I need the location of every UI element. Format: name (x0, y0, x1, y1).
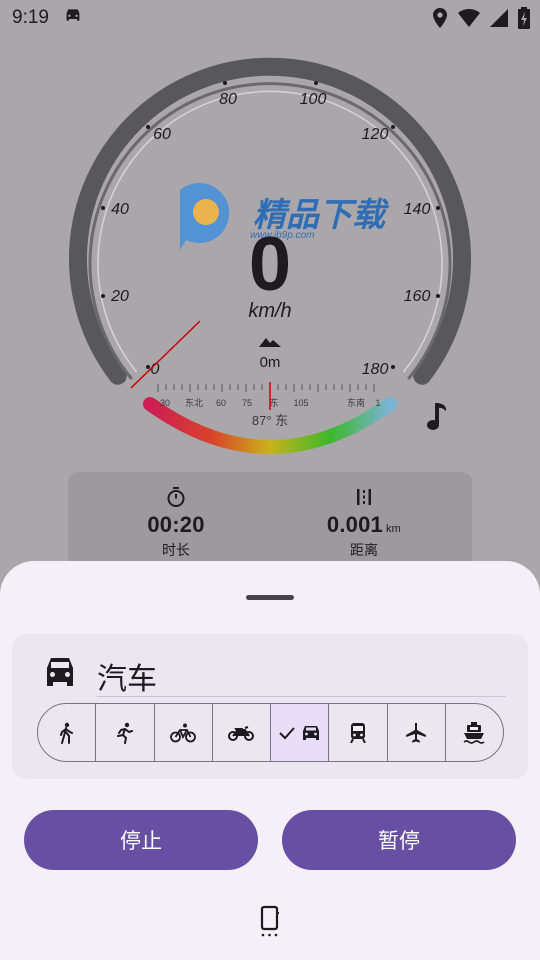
pause-button[interactable]: 暂停 (282, 810, 516, 870)
car-icon (302, 725, 319, 740)
watermark-logo-icon (180, 183, 230, 250)
status-time: 9:19 (12, 7, 49, 28)
mode-motorcycle[interactable] (213, 704, 271, 761)
scale-label-140: 140 (404, 201, 431, 218)
compass-label-30: 30 (160, 398, 170, 408)
music-button[interactable] (423, 400, 451, 434)
scale-label-40: 40 (111, 201, 129, 218)
scale-label-20: 20 (110, 288, 129, 305)
scale-label-100: 100 (300, 91, 327, 108)
compass-label-75: 75 (242, 398, 252, 408)
distance-value: 0.001 (326, 512, 383, 537)
check-icon (278, 726, 295, 739)
vehicle-name: 汽车 (97, 663, 157, 696)
scale-label-120: 120 (362, 126, 389, 143)
train-icon (349, 722, 366, 743)
mode-airplane[interactable] (388, 704, 446, 761)
distance-stat: 0.001 km 距离 (264, 486, 464, 560)
car-icon (63, 7, 83, 29)
scale-label-60: 60 (153, 126, 171, 143)
distance-value-row: 0.001 km (264, 512, 464, 538)
distance-icon (264, 486, 464, 508)
speedometer-dial: 0 20 40 60 80 100 120 140 160 180 精品下载 w… (69, 57, 471, 454)
mode-ship[interactable] (446, 704, 503, 761)
sheet-drag-handle[interactable] (246, 595, 294, 600)
motorcycle-icon (228, 725, 255, 741)
run-icon (116, 722, 133, 744)
distance-label: 距离 (350, 542, 378, 558)
compass-ticks (157, 384, 375, 392)
mode-bike[interactable] (155, 704, 213, 761)
mountain-icon (259, 338, 281, 347)
speed-value: 0 (249, 222, 291, 307)
bottom-sheet: 汽车 停止 暂停 (0, 561, 540, 960)
ship-icon (463, 721, 485, 744)
location-icon (432, 8, 448, 34)
airplane-icon (406, 722, 427, 742)
duration-label: 时长 (162, 542, 190, 558)
compass-label-e: 东 (269, 397, 278, 408)
car-icon (40, 654, 80, 695)
mode-walk[interactable] (38, 704, 97, 761)
compass-label-end: 1 (375, 398, 380, 408)
compass-label-se: 东南 (347, 397, 365, 408)
scale-label-80: 80 (219, 91, 237, 108)
vehicle-header: 汽车 (40, 652, 506, 697)
phone-device-icon[interactable] (258, 905, 282, 942)
compass-label-ne: 东北 (185, 397, 203, 408)
duration-stat: 00:20 时长 (76, 486, 276, 560)
stop-button[interactable]: 停止 (24, 810, 258, 870)
mode-car[interactable] (271, 704, 330, 761)
wifi-icon (458, 8, 480, 33)
compass-label-60: 60 (216, 398, 226, 408)
compass-heading: 87° 东 (252, 413, 288, 428)
mode-run[interactable] (96, 704, 155, 761)
vehicle-name-underline (97, 696, 506, 697)
scale-label-0: 0 (151, 361, 160, 378)
signal-icon (490, 9, 508, 33)
distance-unit: km (385, 523, 402, 535)
speedometer: 0 20 40 60 80 100 120 140 160 180 精品下载 w… (0, 36, 540, 456)
status-bar: 9:19 (0, 0, 540, 36)
altitude-value: 0m (260, 354, 281, 371)
speed-needle (130, 320, 201, 389)
speed-unit: km/h (248, 300, 291, 322)
stats-card: 00:20 时长 0.001 km 距离 (68, 472, 472, 572)
vehicle-selector-card: 汽车 (12, 634, 528, 779)
walk-icon (59, 722, 73, 744)
music-note-icon (427, 403, 447, 430)
scale-label-180: 180 (362, 361, 389, 378)
bike-icon (170, 723, 197, 742)
duration-value: 00:20 (147, 512, 205, 537)
scale-label-160: 160 (404, 288, 431, 305)
battery-charging-icon (518, 7, 530, 35)
compass-label-105: 105 (293, 398, 308, 408)
mode-train[interactable] (329, 704, 388, 761)
stopwatch-icon (76, 486, 276, 508)
transport-mode-selector (37, 703, 504, 762)
